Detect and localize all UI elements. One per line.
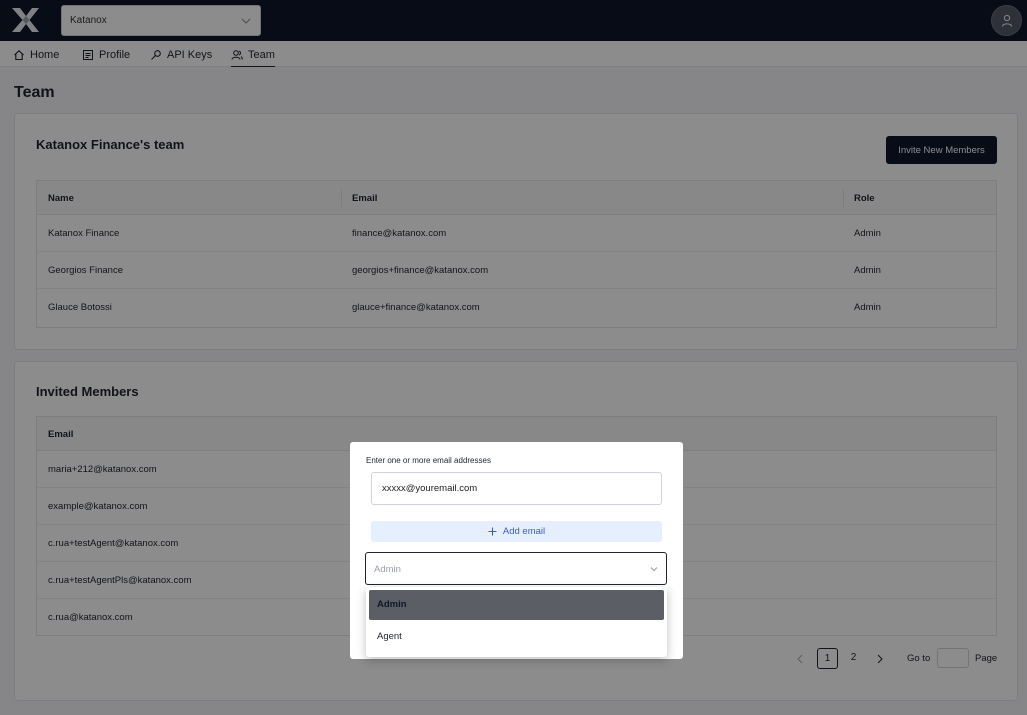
role-select[interactable]: Admin [365,552,667,585]
email-input[interactable] [371,472,662,505]
plus-icon [488,527,497,536]
role-option-agent[interactable]: Agent [369,622,664,652]
add-email-button[interactable]: Add email [371,521,662,542]
email-field-label: Enter one or more email addresses [366,456,491,465]
chevron-down-icon [650,567,658,572]
add-email-label: Add email [502,526,546,537]
role-dropdown: Admin Agent [366,587,667,657]
role-option-admin[interactable]: Admin [369,590,664,620]
role-select-value: Admin [374,564,401,575]
